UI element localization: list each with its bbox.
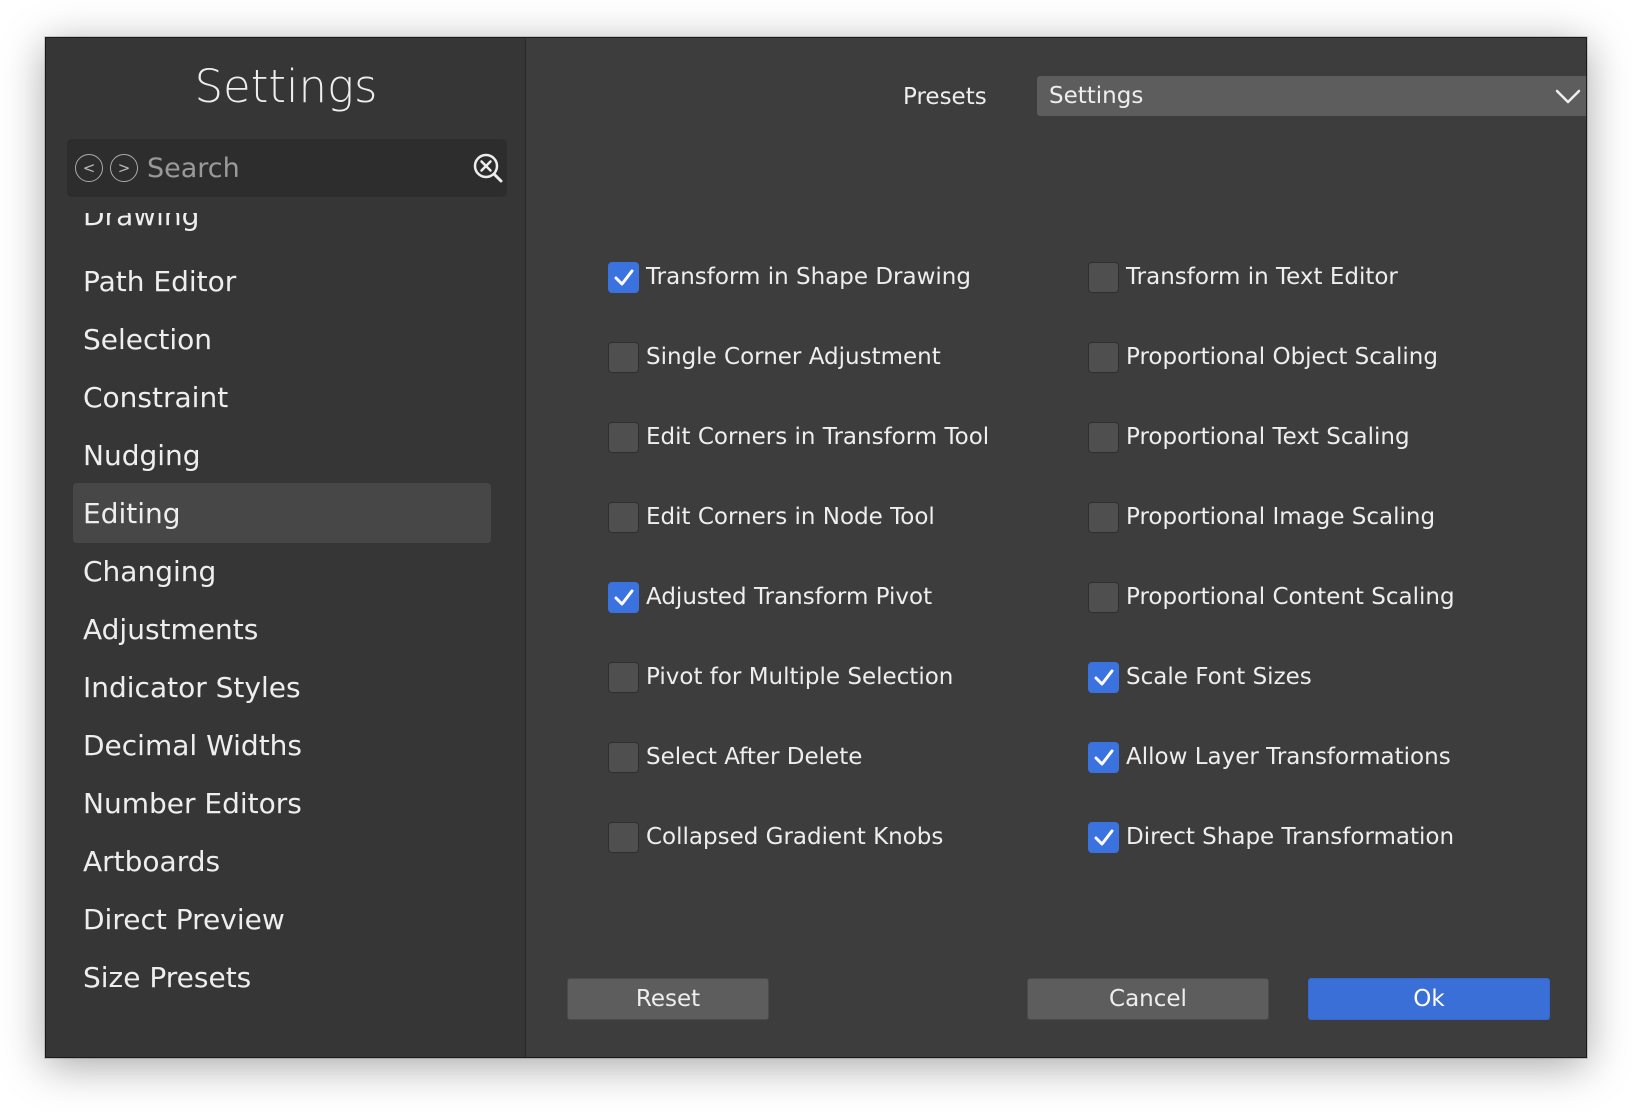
option-proportional-image-scaling[interactable]: Proportional Image Scaling	[1088, 499, 1435, 535]
sidebar-item-number-editors[interactable]: Number Editors	[73, 773, 491, 833]
sidebar-item-selection[interactable]: Selection	[73, 309, 491, 369]
main-panel: Presets Settings Transform in Shape Draw…	[527, 38, 1586, 1057]
option-label: Proportional Image Scaling	[1126, 504, 1436, 530]
option-proportional-content-scaling[interactable]: Proportional Content Scaling	[1088, 579, 1455, 615]
presets-label: Presets	[903, 84, 987, 110]
sidebar-item-decimal-widths[interactable]: Decimal Widths	[73, 715, 491, 775]
option-label: Proportional Text Scaling	[1126, 424, 1410, 450]
checkbox[interactable]	[608, 661, 639, 693]
checkbox[interactable]	[608, 261, 639, 293]
checkmark-icon	[1094, 669, 1114, 685]
checkbox[interactable]	[608, 421, 639, 453]
sidebar-item-indicator-styles[interactable]: Indicator Styles	[73, 657, 491, 717]
search-clear-icon[interactable]	[472, 152, 504, 184]
back-icon[interactable]: <	[75, 154, 103, 182]
chevron-down-icon	[1555, 89, 1581, 104]
forward-icon[interactable]: >	[110, 154, 138, 182]
option-label: Transform in Text Editor	[1126, 264, 1398, 290]
sidebar-item-nudging[interactable]: Nudging	[73, 425, 491, 485]
option-adjusted-transform-pivot[interactable]: Adjusted Transform Pivot	[608, 579, 932, 615]
search-box: < >	[67, 139, 507, 197]
option-collapsed-gradient-knobs[interactable]: Collapsed Gradient Knobs	[608, 819, 943, 855]
option-label: Edit Corners in Node Tool	[646, 504, 935, 530]
option-label: Adjusted Transform Pivot	[646, 584, 933, 610]
option-proportional-object-scaling[interactable]: Proportional Object Scaling	[1088, 339, 1438, 375]
checkbox[interactable]	[1088, 821, 1119, 853]
option-label: Direct Shape Transformation	[1126, 824, 1455, 850]
checkbox[interactable]	[608, 581, 639, 613]
checkbox[interactable]	[608, 501, 639, 533]
option-label: Proportional Content Scaling	[1126, 584, 1455, 610]
sidebar-item-artboards[interactable]: Artboards	[73, 831, 491, 891]
checkbox[interactable]	[1088, 501, 1119, 533]
checkbox[interactable]	[1088, 661, 1119, 693]
checkbox[interactable]	[1088, 581, 1119, 613]
settings-window: Settings < > Drawing Path Editor Selecti…	[45, 37, 1587, 1058]
option-label: Pivot for Multiple Selection	[646, 664, 954, 690]
option-scale-font-sizes[interactable]: Scale Font Sizes	[1088, 659, 1312, 695]
option-edit-corners-in-node-tool[interactable]: Edit Corners in Node Tool	[608, 499, 935, 535]
checkbox[interactable]	[1088, 741, 1119, 773]
option-edit-corners-in-transform-tool[interactable]: Edit Corners in Transform Tool	[608, 419, 989, 455]
presets-value: Settings	[1049, 83, 1144, 109]
sidebar-item-size-presets[interactable]: Size Presets	[73, 947, 491, 1007]
checkmark-icon	[614, 589, 634, 605]
sidebar-item-editing[interactable]: Editing	[73, 483, 491, 543]
checkmark-icon	[1094, 749, 1114, 765]
option-label: Select After Delete	[646, 744, 863, 770]
option-select-after-delete[interactable]: Select After Delete	[608, 739, 862, 775]
option-label: Proportional Object Scaling	[1126, 344, 1438, 370]
sidebar-item-path-editor[interactable]: Path Editor	[73, 251, 491, 311]
category-list: Drawing Path Editor Selection Constraint…	[46, 213, 526, 1057]
sidebar-item-changing[interactable]: Changing	[73, 541, 491, 601]
checkmark-icon	[1094, 829, 1114, 845]
option-transform-in-shape-drawing[interactable]: Transform in Shape Drawing	[608, 259, 971, 295]
option-label: Transform in Shape Drawing	[646, 264, 971, 290]
option-allow-layer-transformations[interactable]: Allow Layer Transformations	[1088, 739, 1451, 775]
checkbox[interactable]	[608, 821, 639, 853]
option-direct-shape-transformation[interactable]: Direct Shape Transformation	[1088, 819, 1454, 855]
option-label: Collapsed Gradient Knobs	[646, 824, 944, 850]
option-single-corner-adjustment[interactable]: Single Corner Adjustment	[608, 339, 941, 375]
checkbox[interactable]	[1088, 421, 1119, 453]
option-pivot-for-multiple-selection[interactable]: Pivot for Multiple Selection	[608, 659, 953, 695]
search-input[interactable]	[147, 147, 457, 189]
option-label: Single Corner Adjustment	[646, 344, 941, 370]
presets-dropdown[interactable]: Settings	[1037, 76, 1586, 116]
sidebar-title: Settings	[194, 60, 378, 113]
checkbox[interactable]	[608, 341, 639, 373]
reset-button[interactable]: Reset	[567, 978, 769, 1020]
checkbox[interactable]	[1088, 261, 1119, 293]
sidebar: Settings < > Drawing Path Editor Selecti…	[46, 38, 526, 1057]
option-label: Scale Font Sizes	[1126, 664, 1312, 690]
sidebar-item-adjustments[interactable]: Adjustments	[73, 599, 491, 659]
sidebar-item-drawing[interactable]: Drawing	[73, 213, 491, 245]
checkmark-icon	[614, 269, 634, 285]
checkbox[interactable]	[608, 741, 639, 773]
option-proportional-text-scaling[interactable]: Proportional Text Scaling	[1088, 419, 1410, 455]
checkbox[interactable]	[1088, 341, 1119, 373]
sidebar-item-direct-preview[interactable]: Direct Preview	[73, 889, 491, 949]
cancel-button[interactable]: Cancel	[1027, 978, 1269, 1020]
option-transform-in-text-editor[interactable]: Transform in Text Editor	[1088, 259, 1398, 295]
sidebar-item-constraint[interactable]: Constraint	[73, 367, 491, 427]
option-label: Allow Layer Transformations	[1126, 744, 1451, 770]
option-label: Edit Corners in Transform Tool	[646, 424, 990, 450]
ok-button[interactable]: Ok	[1308, 978, 1550, 1020]
